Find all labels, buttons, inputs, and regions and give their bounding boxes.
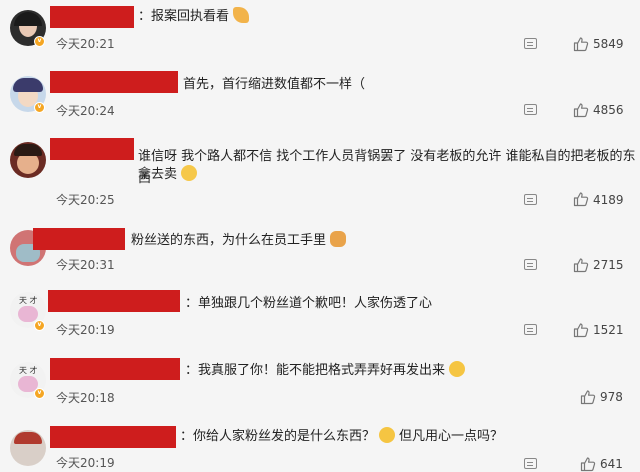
verified-badge-icon: v bbox=[34, 102, 45, 113]
redacted-username bbox=[50, 358, 180, 380]
comment-text-line1: 谁信呀 我个路人都不信 找个工作人员背锅罢了 没有老板的允许 谁能私自的把老板的… bbox=[138, 149, 636, 186]
comment-item: ：你给人家粉丝发的是什么东西？ 但凡用心一点吗？ 今天20:19 641 bbox=[0, 416, 640, 465]
comment-reply-icon[interactable] bbox=[524, 194, 537, 205]
redacted-username bbox=[33, 228, 125, 250]
verified-badge-icon: v bbox=[34, 320, 45, 331]
comment-item: v ：报案回执看看 今天20:21 5849 bbox=[0, 0, 640, 60]
emoji-icon bbox=[330, 231, 347, 247]
comment-item: 谁信呀 我个路人都不信 找个工作人员背锅罢了 没有老板的允许 谁能私自的把老板的… bbox=[0, 128, 640, 210]
like-count: 641 bbox=[600, 457, 623, 471]
thumbs-up-icon[interactable] bbox=[573, 322, 589, 338]
comment-time: 今天20:31 bbox=[56, 258, 115, 272]
comment-text: ：单独跟几个粉丝道个歉吧！人家伤透了心 bbox=[185, 296, 433, 311]
emoji-icon bbox=[181, 165, 198, 181]
comment-reply-icon[interactable] bbox=[524, 38, 537, 49]
comment-time: 今天20:25 bbox=[56, 193, 115, 207]
avatar[interactable] bbox=[10, 142, 46, 178]
verified-badge-icon: v bbox=[34, 36, 45, 47]
emoji-icon bbox=[233, 7, 250, 23]
comment-text: ：你给人家粉丝发的是什么东西？ 但凡用心一点吗？ bbox=[180, 427, 504, 444]
comment-item: 天 才 v ：单独跟几个粉丝道个歉吧！人家伤透了心 今天20:19 1521 bbox=[0, 282, 640, 344]
like-count: 4856 bbox=[593, 103, 624, 117]
thumbs-up-icon[interactable] bbox=[580, 389, 596, 405]
comment-text: 首先，首行缩进数值都不一样（ bbox=[183, 77, 366, 92]
redacted-username bbox=[48, 290, 180, 312]
redacted-username bbox=[50, 71, 178, 93]
like-count: 2715 bbox=[593, 258, 624, 272]
comment-text: 粉丝送的东西，为什么在员工手里 bbox=[131, 230, 347, 252]
like-count: 4189 bbox=[593, 193, 624, 207]
redacted-username bbox=[50, 138, 134, 160]
comment-time: 今天20:19 bbox=[56, 456, 115, 470]
like-count: 1521 bbox=[593, 323, 624, 337]
avatar[interactable] bbox=[10, 430, 46, 466]
comment-item: 粉丝送的东西，为什么在员工手里 今天20:31 2715 bbox=[0, 218, 640, 280]
comment-reply-icon[interactable] bbox=[524, 324, 537, 335]
thumbs-up-icon[interactable] bbox=[573, 102, 589, 118]
comment-text: ：报案回执看看 bbox=[138, 6, 250, 28]
comment-item: 天 才 v ：我真服了你！能不能把格式弄弄好再发出来 今天20:18 978 bbox=[0, 348, 640, 410]
like-count: 978 bbox=[600, 390, 623, 404]
thumbs-up-icon[interactable] bbox=[573, 257, 589, 273]
comment-text-line2: 拿去卖 bbox=[138, 164, 198, 186]
comment-item: v 首先，首行缩进数值都不一样（ 今天20:24 4856 bbox=[0, 62, 640, 127]
comment-time: 今天20:19 bbox=[56, 323, 115, 337]
redacted-username bbox=[50, 6, 134, 28]
like-count: 5849 bbox=[593, 37, 624, 51]
comment-reply-icon[interactable] bbox=[524, 458, 537, 469]
emoji-icon bbox=[379, 427, 396, 443]
comment-time: 今天20:18 bbox=[56, 391, 115, 405]
thumbs-up-icon[interactable] bbox=[573, 191, 589, 207]
comment-reply-icon[interactable] bbox=[524, 259, 537, 270]
thumbs-up-icon[interactable] bbox=[580, 456, 596, 472]
redacted-username bbox=[50, 426, 176, 448]
comment-time: 今天20:24 bbox=[56, 104, 115, 118]
emoji-icon bbox=[449, 361, 466, 377]
comment-time: 今天20:21 bbox=[56, 37, 115, 51]
verified-badge-icon: v bbox=[34, 388, 45, 399]
comment-reply-icon[interactable] bbox=[524, 104, 537, 115]
thumbs-up-icon[interactable] bbox=[573, 36, 589, 52]
comment-text: ：我真服了你！能不能把格式弄弄好再发出来 bbox=[185, 360, 466, 382]
